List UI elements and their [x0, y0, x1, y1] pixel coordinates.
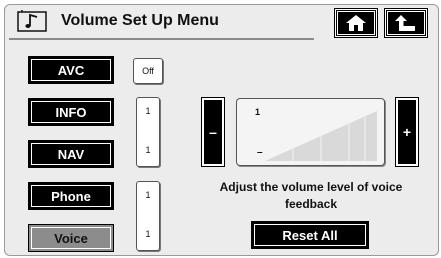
volume-up-label: + [402, 124, 412, 140]
voice-level-value: 1 [145, 229, 151, 239]
volume-current-value: 1 [255, 107, 261, 117]
nav-button[interactable]: NAV [29, 141, 113, 167]
header-divider [9, 38, 314, 40]
volume-up-button[interactable]: + [396, 98, 418, 166]
info-level-value: 1 [145, 106, 151, 116]
nav-level-value: 1 [145, 145, 151, 155]
volume-down-label: – [209, 124, 217, 140]
voice-button-label: Voice [54, 230, 88, 246]
avc-status-indicator: Off [133, 58, 163, 84]
reset-all-label: Reset All [282, 227, 338, 243]
volume-level-display: 1 – [236, 98, 385, 166]
page-title: Volume Set Up Menu [61, 12, 219, 29]
avc-status-value: Off [142, 66, 154, 76]
avc-button[interactable]: AVC [29, 57, 113, 83]
phone-button[interactable]: Phone [29, 183, 113, 209]
phone-level-value: 1 [145, 190, 151, 200]
home-button[interactable] [335, 9, 377, 37]
phone-voice-level-indicator: 1 1 [136, 181, 160, 251]
reset-all-button[interactable]: Reset All [252, 222, 368, 248]
volume-setup-screen: Volume Set Up Menu AVC INFO NAV Phone Vo… [4, 4, 439, 256]
info-nav-level-indicator: 1 1 [136, 97, 160, 167]
volume-ramp-graphic [265, 111, 377, 161]
phone-button-label: Phone [51, 188, 91, 204]
info-button-label: INFO [55, 104, 87, 120]
instruction-text: Adjust the volume level of voice feedbac… [219, 180, 403, 211]
volume-level-marker: – [257, 147, 263, 158]
avc-button-label: AVC [57, 62, 85, 78]
voice-button[interactable]: Voice [29, 225, 113, 251]
music-note-icon [17, 10, 47, 32]
back-button[interactable] [385, 9, 427, 37]
nav-button-label: NAV [57, 146, 85, 162]
back-arrow-icon [395, 15, 415, 31]
info-button[interactable]: INFO [29, 99, 113, 125]
home-icon [346, 15, 366, 31]
volume-down-button[interactable]: – [202, 98, 224, 166]
